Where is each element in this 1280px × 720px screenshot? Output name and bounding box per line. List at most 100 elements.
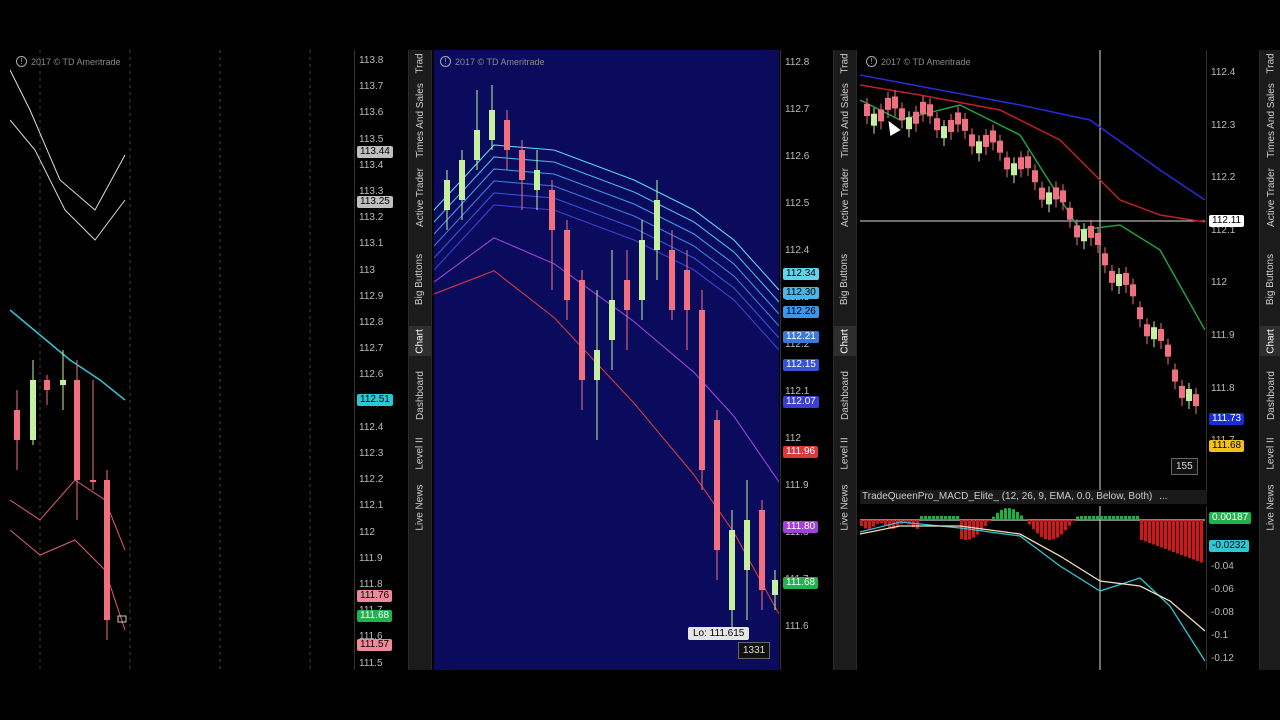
macd-histogram-bar — [1028, 520, 1031, 525]
left-chart-panel[interactable]: ! 2017 © TD Ameritrade — [10, 50, 353, 670]
price-tag: 112.21 — [783, 331, 819, 343]
center-chart-panel[interactable]: ! 2017 © TD Ameritrade Lo: 111.615 1331 — [434, 50, 779, 670]
tab-times-and-sales[interactable]: Times And Sales — [409, 80, 431, 160]
candle-body — [60, 380, 66, 385]
tab-chart[interactable]: Chart — [409, 326, 431, 356]
candle-body — [892, 96, 898, 109]
tab-big-buttons[interactable]: Big Buttons — [409, 238, 431, 320]
macd-study-chart[interactable] — [860, 506, 1205, 670]
study-label[interactable]: TradeQueenPro_MACD_Elite_ (12, 26, 9, EM… — [862, 491, 1152, 502]
ema-fast-line — [860, 99, 1205, 331]
candle-body — [885, 97, 891, 110]
tab-big-buttons[interactable]: Big Buttons — [1260, 238, 1280, 320]
macd-histogram-bar — [972, 520, 975, 538]
axis-tick: 113.1 — [359, 238, 384, 250]
left-price-axis[interactable]: 113.8 113.7 113.6 113.5 113.4 113.3 113.2 113.1… — [354, 50, 407, 670]
right-chart-panel[interactable]: ! 2017 © TD Ameritrade 155 TradeQueenPro… — [860, 50, 1207, 670]
price-tag: 112.30 — [783, 287, 819, 299]
study-header[interactable]: TradeQueenPro_MACD_Elite_ (12, 26, 9, EM… — [860, 490, 1207, 504]
candle-body — [772, 580, 778, 595]
macd-histogram-bar — [924, 516, 927, 520]
tab-times-and-sales[interactable]: Times And Sales — [1260, 80, 1280, 160]
tab-active-trader[interactable]: Active Trader — [1260, 162, 1280, 232]
vertical-tab-strip-3: Trad Times And Sales Active Trader Big Butt… — [1259, 50, 1280, 670]
price-tag: 112.26 — [783, 306, 819, 318]
candle-body — [699, 310, 705, 470]
tab-trad[interactable]: Trad — [409, 52, 431, 74]
tab-trad[interactable]: Trad — [834, 52, 856, 74]
macd-histogram-bar — [960, 520, 963, 540]
axis-tick: 112.7 — [359, 343, 384, 355]
price-tag: 112.34 — [783, 268, 819, 280]
tab-big-buttons[interactable]: Big Buttons — [834, 238, 856, 320]
tab-level-ii[interactable]: Level II — [834, 434, 856, 472]
tab-level-ii[interactable]: Level II — [409, 434, 431, 472]
tab-dashboard[interactable]: Dashboard — [409, 362, 431, 428]
macd-histogram-bar — [1164, 520, 1167, 549]
macd-histogram-bar — [860, 520, 863, 526]
candle-body — [941, 126, 947, 139]
macd-axis[interactable]: -0.04 -0.06 -0.08 -0.1 -0.12 0.00187 -0.0232 — [1206, 506, 1259, 670]
tab-active-trader[interactable]: Active Trader — [834, 162, 856, 232]
macd-histogram-bar — [1200, 520, 1203, 563]
candle-body — [474, 130, 480, 160]
axis-tick: 112.4 — [359, 421, 384, 433]
macd-histogram-bar — [1192, 520, 1195, 560]
candle-body — [990, 130, 996, 143]
axis-tick: 112.8 — [785, 57, 810, 68]
candle-body — [906, 117, 912, 130]
tab-trad[interactable]: Trad — [1260, 52, 1280, 74]
study-menu-icon[interactable]: ... — [1159, 491, 1167, 502]
candle-body — [1172, 369, 1178, 382]
right-price-chart[interactable] — [860, 50, 1205, 490]
macd-histogram-bar — [1172, 520, 1175, 552]
axis-tick: 113.8 — [359, 55, 384, 66]
price-tag: -0.0232 — [1209, 540, 1249, 552]
tab-live-news[interactable]: Live News — [409, 478, 431, 536]
macd-histogram-bar — [868, 520, 871, 529]
info-icon[interactable]: ! — [866, 56, 877, 67]
macd-histogram-bar — [1156, 520, 1159, 546]
tab-dashboard[interactable]: Dashboard — [834, 362, 856, 428]
macd-histogram-bar — [884, 520, 887, 526]
candle-body — [1067, 207, 1073, 220]
candle-body — [74, 380, 80, 480]
axis-tick: 113.5 — [359, 133, 384, 145]
candle-body — [654, 200, 660, 250]
info-icon[interactable]: ! — [440, 56, 451, 67]
candle-body — [997, 140, 1003, 153]
copyright-left: ! 2017 © TD Ameritrade — [16, 56, 121, 67]
tab-live-news[interactable]: Live News — [834, 478, 856, 536]
macd-histogram-bar — [984, 520, 987, 526]
candle-body — [1032, 170, 1038, 183]
macd-histogram-bar — [1064, 520, 1067, 531]
tab-dashboard[interactable]: Dashboard — [1260, 362, 1280, 428]
macd-histogram-bar — [1076, 516, 1079, 520]
center-price-chart[interactable] — [434, 50, 779, 670]
center-price-axis[interactable]: 112.8112.7112.6112.5112.4112.3112.2112.1… — [780, 50, 833, 670]
macd-histogram-bar — [1092, 516, 1095, 520]
tab-chart[interactable]: Chart — [834, 326, 856, 356]
tab-live-news[interactable]: Live News — [1260, 478, 1280, 536]
macd-histogram-bar — [956, 516, 959, 520]
right-price-axis[interactable]: 112.4112.3112.2112.1112111.9111.8111.711… — [1206, 50, 1259, 490]
tab-times-and-sales[interactable]: Times And Sales — [834, 80, 856, 160]
info-icon[interactable]: ! — [16, 56, 27, 67]
candle-body — [1102, 253, 1108, 266]
price-tag: 111.76 — [357, 590, 393, 602]
macd-histogram-bar — [992, 516, 995, 520]
copyright-center: ! 2017 © TD Ameritrade — [440, 56, 545, 67]
candle-body — [504, 120, 510, 150]
macd-histogram-bar — [1188, 520, 1191, 558]
tab-chart[interactable]: Chart — [1260, 326, 1280, 356]
price-tag: 111.68 — [783, 577, 819, 589]
left-price-chart[interactable] — [10, 50, 353, 670]
candle-body — [639, 240, 645, 300]
candle-body — [1179, 385, 1185, 398]
tab-level-ii[interactable]: Level II — [1260, 434, 1280, 472]
axis-tick: 112.2 — [1211, 172, 1236, 184]
tab-active-trader[interactable]: Active Trader — [409, 162, 431, 232]
axis-tick: 113.7 — [359, 81, 384, 93]
vertical-tab-strip-2: Trad Times And Sales Active Trader Big Butt… — [833, 50, 857, 670]
macd-histogram-bar — [880, 520, 883, 524]
